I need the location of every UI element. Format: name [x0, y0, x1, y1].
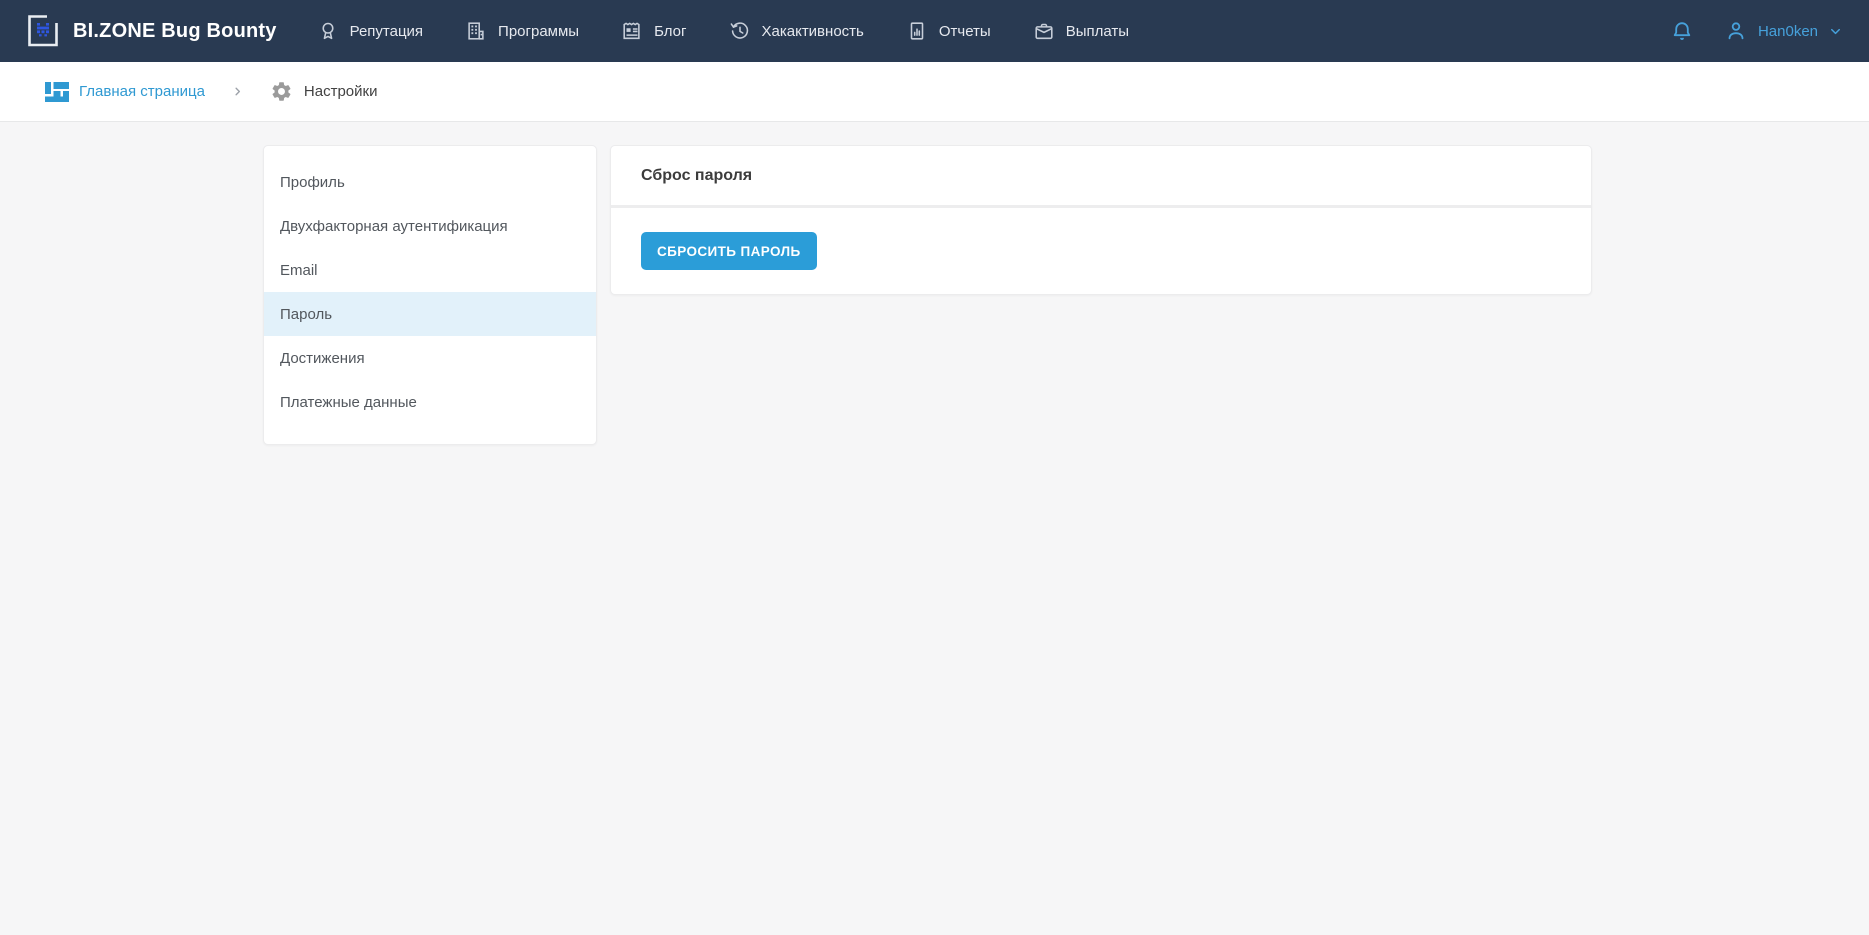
nav-item-reputation[interactable]: Репутация: [317, 20, 423, 42]
breadcrumb-home-link[interactable]: Главная страница: [44, 79, 205, 105]
password-reset-panel: Сброс пароля СБРОСИТЬ ПАРОЛЬ: [610, 145, 1592, 295]
panel-title: Сброс пароля: [611, 146, 1591, 208]
username: Han0ken: [1758, 23, 1818, 40]
building-icon: [465, 20, 487, 42]
chevron-right-icon: [232, 86, 243, 97]
brand-title: BI.ZONE Bug Bounty: [73, 20, 277, 43]
nav-item-programs[interactable]: Программы: [465, 20, 579, 42]
user-menu[interactable]: Han0ken: [1724, 19, 1843, 43]
dashboard-icon: [44, 79, 70, 105]
newspaper-icon: [621, 20, 643, 42]
reset-password-button[interactable]: СБРОСИТЬ ПАРОЛЬ: [641, 232, 817, 270]
nav-item-blog[interactable]: Блог: [621, 20, 686, 42]
nav-item-label: Выплаты: [1066, 23, 1129, 40]
panel-body: СБРОСИТЬ ПАРОЛЬ: [611, 208, 1591, 294]
sidebar-item-password[interactable]: Пароль: [264, 292, 596, 336]
top-nav: BI.ZONE Bug Bounty Репутация: [0, 0, 1869, 62]
user-icon: [1724, 19, 1748, 43]
chevron-down-icon: [1828, 24, 1843, 39]
sidebar-item-achievements[interactable]: Достижения: [264, 336, 596, 380]
breadcrumb-current: Настройки: [270, 80, 378, 103]
settings-sidebar: Профиль Двухфакторная аутентификация Ema…: [263, 145, 597, 445]
brand-logo[interactable]: BI.ZONE Bug Bounty: [26, 14, 277, 48]
notifications-button[interactable]: [1670, 19, 1694, 43]
nav-item-hackactivity[interactable]: Хакактивность: [729, 20, 864, 42]
gear-icon: [270, 80, 293, 103]
breadcrumb-home-label: Главная страница: [79, 83, 205, 100]
breadcrumb-current-label: Настройки: [304, 83, 378, 100]
medal-icon: [317, 20, 339, 42]
briefcase-icon: [1033, 20, 1055, 42]
nav-item-payouts[interactable]: Выплаты: [1033, 20, 1129, 42]
bell-icon: [1670, 19, 1694, 43]
nav-item-label: Блог: [654, 23, 686, 40]
nav-right: Han0ken: [1670, 19, 1843, 43]
sidebar-item-email[interactable]: Email: [264, 248, 596, 292]
history-icon: [729, 20, 751, 42]
sidebar-item-profile[interactable]: Профиль: [264, 160, 596, 204]
content-area: Профиль Двухфакторная аутентификация Ema…: [263, 145, 1869, 445]
sidebar-item-2fa[interactable]: Двухфакторная аутентификация: [264, 204, 596, 248]
bug-logo-icon: [26, 14, 60, 48]
sidebar-item-payment-data[interactable]: Платежные данные: [264, 380, 596, 424]
breadcrumb: Главная страница Настройки: [0, 62, 1869, 122]
nav-item-label: Репутация: [350, 23, 423, 40]
report-icon: [906, 20, 928, 42]
main-menu: Репутация Программы: [317, 20, 1129, 42]
nav-item-label: Отчеты: [939, 23, 991, 40]
nav-item-reports[interactable]: Отчеты: [906, 20, 991, 42]
nav-item-label: Хакактивность: [762, 23, 864, 40]
nav-item-label: Программы: [498, 23, 579, 40]
